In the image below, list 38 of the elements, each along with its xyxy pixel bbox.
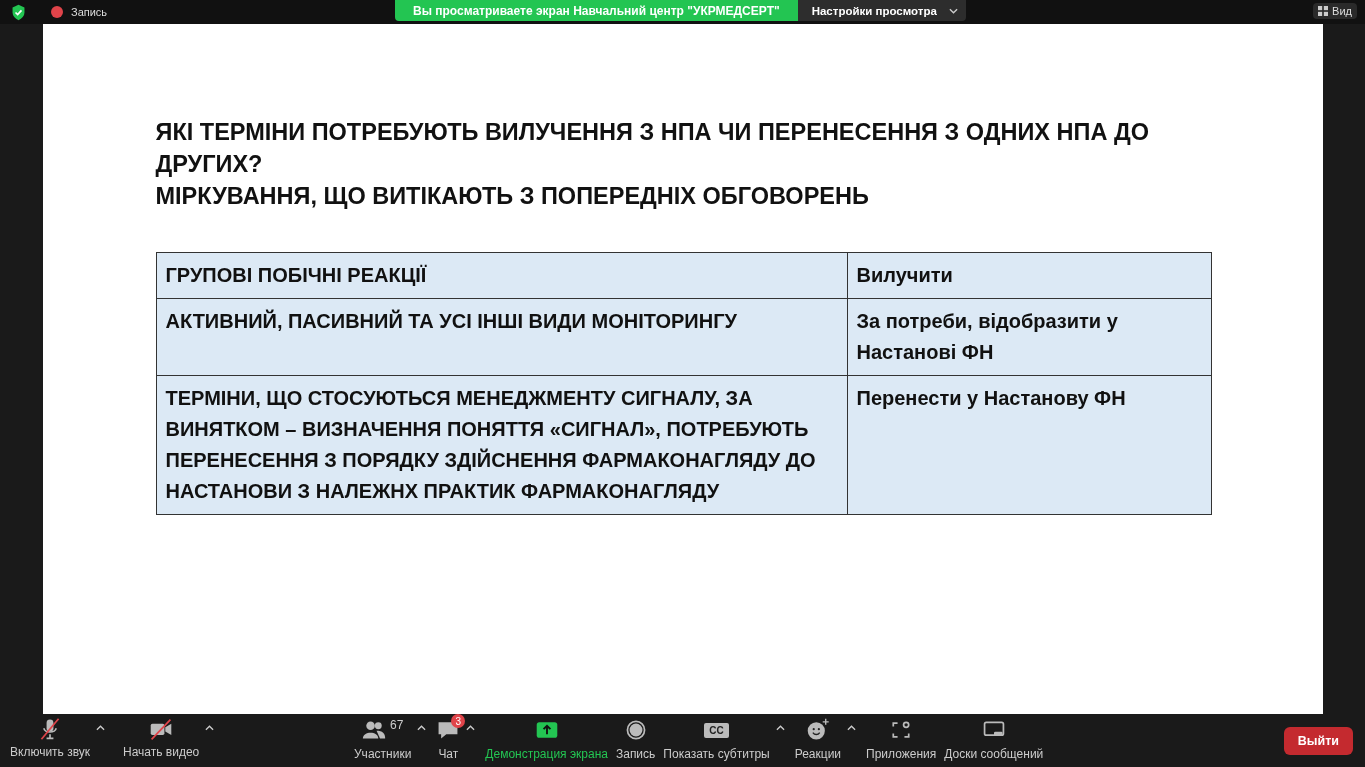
table-cell: АКТИВНИЙ, ПАСИВНИЙ ТА УСІ ІНШІ ВИДИ МОНІТОРИНГУ: [165, 310, 737, 332]
people-icon: [362, 718, 386, 742]
share-banner: Вы просматриваете экран Навчальний центр "УКРМЕДСЕРТ": [395, 0, 798, 21]
caret-icon[interactable]: [417, 725, 427, 731]
microphone-button[interactable]: Включить звук: [6, 717, 95, 759]
record-button[interactable]: Запись: [611, 717, 660, 761]
unread-badge: 3: [451, 714, 466, 728]
shield-icon[interactable]: [10, 3, 27, 21]
leave-button[interactable]: Выйти: [1283, 727, 1353, 755]
caret-icon[interactable]: [775, 725, 785, 731]
view-button[interactable]: Вид: [1313, 3, 1357, 19]
table-cell: ГРУПОВІ ПОБІЧНІ РЕАКЦІЇ: [165, 264, 427, 286]
view-options-button[interactable]: Настройки просмотра: [797, 0, 966, 21]
record-dot-icon: [51, 6, 63, 18]
participant-count: 67: [390, 718, 404, 732]
participants-button[interactable]: 67 Участники: [350, 717, 416, 761]
caret-icon[interactable]: [205, 725, 215, 731]
table-cell: Вилучити: [856, 264, 953, 286]
caret-icon[interactable]: [96, 725, 106, 731]
reactions-button[interactable]: Реакции: [790, 717, 846, 761]
apps-button[interactable]: Приложения: [862, 717, 941, 761]
table-cell: ТЕРМІНИ, ЩО СТОСУЮТЬСЯ МЕНЕДЖМЕНТУ СИГНАЛУ, ЗА ВИНЯТКОМ – ВИЗНАЧЕННЯ ПОНЯТТЯ «СИГНАЛ», ПОТРЕБУЮТЬ ПЕРЕНЕСЕННЯ З ПОРЯДКУ ЗДІЙСНЕННЯ ФАРМАКОНАГЛЯДУ ДО НАСТАНОВИ З НАЛЕЖНХ ПРАКТИК ФАРМАКОНАГЛЯДУ: [165, 387, 816, 502]
share-button[interactable]: Демонстрация экрана: [481, 717, 612, 761]
table-cell: Перенести у Настанову ФН: [856, 387, 1126, 409]
slide-title: ЯКІ ТЕРМІНИ ПОТРЕБУЮТЬ ВИЛУЧЕННЯ З НПА ЧИ ПЕРЕНЕСЕННЯ З ОДНИХ НПА ДО ДРУГИХ?: [155, 118, 1150, 179]
recording-label: Запись: [71, 6, 108, 18]
captions-icon: CC: [704, 722, 729, 738]
slide-title: МІРКУВАННЯ, ЩО ВИТІКАЮТЬ З ПОПЕРЕДНІХ ОБГОВОРЕНЬ: [155, 182, 870, 211]
captions-button[interactable]: CC Показать субтитры: [659, 717, 774, 761]
caret-icon[interactable]: [847, 725, 857, 731]
grid-icon: [1318, 6, 1329, 16]
caret-icon[interactable]: [466, 725, 476, 731]
table-cell: За потреби, відобразити у Настанові ФН: [856, 310, 1118, 363]
whiteboards-button[interactable]: Доски сообщений: [940, 717, 1048, 761]
chat-button[interactable]: 3 Чат: [432, 717, 465, 761]
video-button[interactable]: Начать видео: [119, 717, 204, 759]
caret-icon: [948, 7, 958, 14]
smiley-plus-icon: [805, 718, 830, 742]
